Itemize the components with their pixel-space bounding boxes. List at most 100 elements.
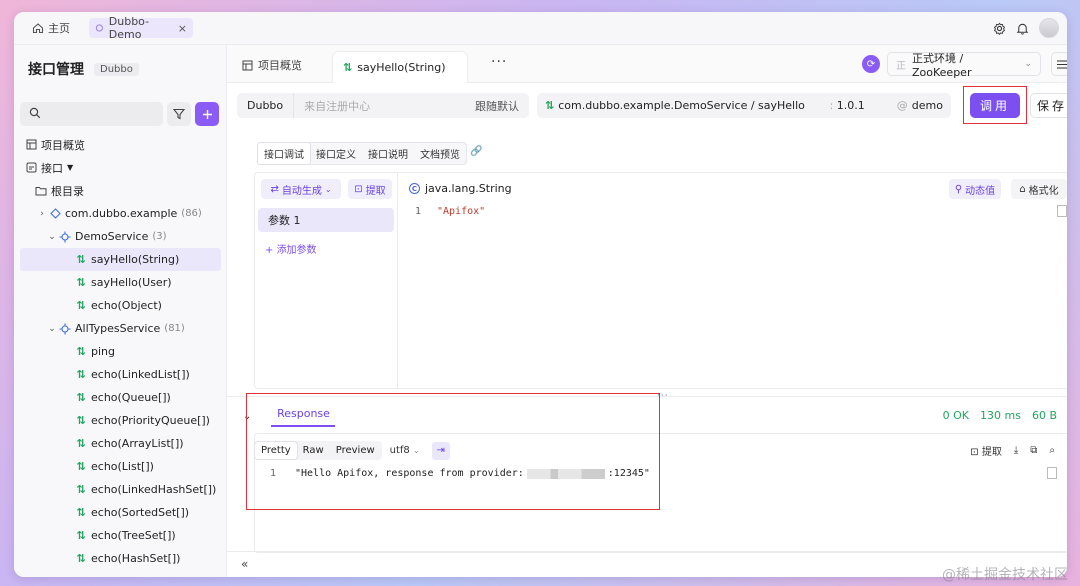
tree-service-alltypes[interactable]: ⌄ AllTypesService (81) <box>14 317 227 340</box>
tree-label: sayHello(User) <box>91 276 172 289</box>
hamburger-icon <box>1056 59 1067 69</box>
tree-service-demo[interactable]: ⌄ DemoService (3) <box>14 225 227 248</box>
collapse-sidebar-icon[interactable]: « <box>241 557 248 571</box>
registry-placeholder: 来自注册中心 <box>304 99 371 113</box>
close-icon[interactable]: × <box>178 22 187 35</box>
autogen-button[interactable]: ⇄ 自动生成 ⌄ <box>261 179 341 199</box>
tree-root-folder[interactable]: 根目录 <box>14 179 227 202</box>
api-icon <box>24 162 38 173</box>
extract-button[interactable]: ⊡ 提取 <box>970 443 1002 458</box>
arrows-updown-icon: ⇅ <box>343 61 353 74</box>
top-right-tools <box>993 18 1059 38</box>
tree-count: (81) <box>164 323 185 334</box>
chevron-right-icon[interactable]: › <box>36 209 48 219</box>
tree-label: echo(LinkedHashSet[]) <box>91 483 217 496</box>
home-label: 主页 <box>48 22 70 35</box>
sidebar-title: 接口管理 <box>28 62 84 78</box>
param-code-editor[interactable]: 1 "Apifox" <box>415 206 485 217</box>
tree-method[interactable]: ⇅ echo(List[]) <box>14 455 227 478</box>
tree-method[interactable]: ⇅ echo(Queue[]) <box>14 386 227 409</box>
sidebar-item-overview[interactable]: 项目概览 <box>14 133 227 156</box>
sidebar: 接口管理 Dubbo 项目概览 接口 ▼ 根目录 › com.dubbo.exa… <box>14 45 227 577</box>
tree-label: echo(List[]) <box>91 460 154 473</box>
invoke-button[interactable]: 调用 <box>970 93 1020 118</box>
add-param-button[interactable]: + 添加参数 <box>265 241 317 256</box>
extract-button[interactable]: ⊡ 提取 <box>348 179 392 199</box>
link-icon[interactable]: 🔗 <box>470 146 482 157</box>
tree-method[interactable]: ⇅ echo(Object) <box>14 294 227 317</box>
tab-sayhello[interactable]: ⇅ sayHello(String) <box>332 51 468 83</box>
copy-icon[interactable]: ⧉ <box>1030 445 1037 456</box>
bell-icon[interactable] <box>1016 22 1029 35</box>
arrows-updown-icon: ⇅ <box>76 276 86 289</box>
dynamic-value-button[interactable]: ⚲ 动态值 <box>949 179 1001 199</box>
extract-label: 提取 <box>365 185 386 197</box>
tree-method[interactable]: ⇅ echo(PriorityQueue[]) <box>14 409 227 432</box>
format-button[interactable]: ⌂ 格式化 <box>1011 179 1067 199</box>
tab-description[interactable]: 接口说明 <box>362 143 414 164</box>
tree-method[interactable]: ⇅ echo(LinkedHashSet[]) <box>14 478 227 501</box>
tree-method[interactable]: ⇅ echo(TreeSet[]) <box>14 524 227 547</box>
tab-debug[interactable]: 接口调试 <box>257 142 311 165</box>
format-label: 格式化 <box>1028 185 1059 197</box>
sync-icon[interactable]: ⟳ <box>862 55 880 73</box>
size-text: 60 B <box>1031 409 1057 422</box>
arrows-updown-icon: ⇅ <box>76 345 86 358</box>
main-panel: 项目概览 ⇅ sayHello(String) ··· ⟳ 正 正式环境 / Z… <box>227 45 1067 577</box>
home-tab[interactable]: 主页 <box>32 20 70 36</box>
project-tab[interactable]: Dubbo-Demo × <box>89 15 193 41</box>
tab-doc-preview[interactable]: 文档预览 <box>414 143 466 164</box>
tab-overview[interactable]: 项目概览 <box>242 57 302 73</box>
tree-method[interactable]: ⇅ ping <box>14 340 227 363</box>
tree-label: sayHello(String) <box>91 253 180 266</box>
editor-scrollbar[interactable] <box>1057 205 1067 217</box>
add-button[interactable] <box>195 102 219 126</box>
chevron-down-icon[interactable]: ⌄ <box>46 324 58 334</box>
tree-label: com.dubbo.example <box>65 207 178 220</box>
extract-label: 提取 <box>981 447 1002 458</box>
api-tree: 项目概览 接口 ▼ 根目录 › com.dubbo.example (86) ⌄… <box>14 133 227 570</box>
avatar[interactable] <box>1039 18 1059 38</box>
chevron-down-icon[interactable]: ⌄ <box>46 232 58 242</box>
tab-definition[interactable]: 接口定义 <box>310 143 362 164</box>
arrows-updown-icon: ⇅ <box>76 460 86 473</box>
sidebar-item-label: 项目概览 <box>41 138 85 152</box>
tab-label: 项目概览 <box>258 59 302 72</box>
service-path: com.dubbo.example.DemoService / sayHello <box>558 99 805 112</box>
tree-method[interactable]: ⇅ echo(LinkedList[]) <box>14 363 227 386</box>
menu-button[interactable] <box>1051 52 1067 76</box>
download-icon[interactable]: ⤓ <box>1014 445 1018 456</box>
environment-select[interactable]: 正 正式环境 / ZooKeeper ⌄ <box>887 52 1041 79</box>
follow-default[interactable]: 跟随默认 <box>475 98 529 114</box>
arrows-updown-icon: ⇅ <box>76 437 86 450</box>
service-path-field[interactable]: ⇅ com.dubbo.example.DemoService / sayHel… <box>537 93 951 118</box>
tree-label: echo(LinkedList[]) <box>91 368 190 381</box>
search-input[interactable] <box>20 102 163 126</box>
home-icon <box>32 23 44 34</box>
more-tabs-icon[interactable]: ··· <box>491 54 507 70</box>
tree-method[interactable]: ⇅ echo(HashSet[]) <box>14 547 227 570</box>
tree-method[interactable]: ⇅ echo(ArrayList[]) <box>14 432 227 455</box>
request-bar: Dubbo 来自注册中心 跟随默认 ⇅ com.dubbo.example.De… <box>227 83 1067 129</box>
search-icon[interactable]: ⌕ <box>1049 445 1055 456</box>
response-actions: ⊡ 提取 ⤓ ⧉ ⌕ <box>970 443 1055 458</box>
tree-label: echo(PriorityQueue[]) <box>91 414 210 427</box>
tree-method[interactable]: ⇅ sayHello(User) <box>14 271 227 294</box>
arrows-updown-icon: ⇅ <box>76 414 86 427</box>
filter-button[interactable] <box>167 102 191 126</box>
highlight-box <box>246 393 660 510</box>
format-icon: ⌂ <box>1019 183 1026 195</box>
top-bar: 主页 Dubbo-Demo × <box>14 12 1067 45</box>
sidebar-item-api[interactable]: 接口 ▼ <box>14 156 227 179</box>
save-button[interactable]: 保存 <box>1030 93 1067 118</box>
gear-icon[interactable] <box>993 22 1006 35</box>
param-item[interactable]: 参数 1 <box>258 208 394 232</box>
tree-method[interactable]: ⇅ echo(SortedSet[]) <box>14 501 227 524</box>
sub-tabs: 接口调试 接口定义 接口说明 文档预览 <box>257 142 467 165</box>
tree-package[interactable]: › com.dubbo.example (86) <box>14 202 227 225</box>
tree-label: echo(Object) <box>91 299 162 312</box>
registry-field[interactable]: Dubbo 来自注册中心 跟随默认 <box>237 93 529 118</box>
tree-method-selected[interactable]: ⇅ sayHello(String) <box>20 248 221 271</box>
protocol-badge: Dubbo <box>94 62 139 76</box>
response-scrollbar[interactable] <box>1047 467 1057 479</box>
